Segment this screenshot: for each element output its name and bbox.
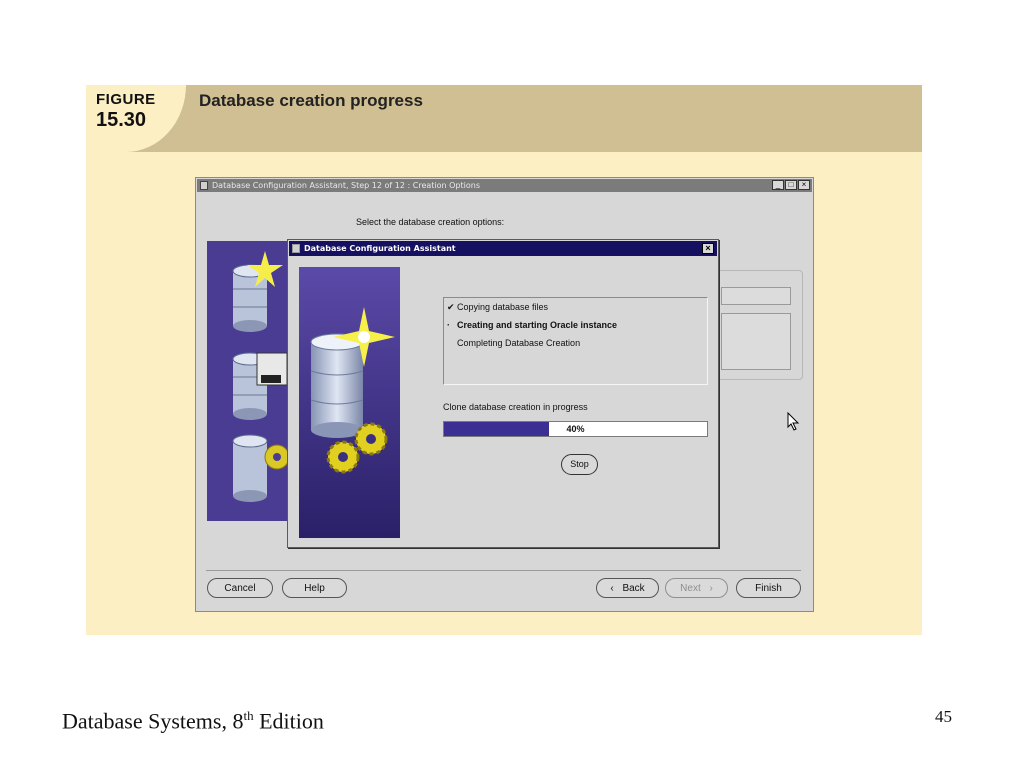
book-title-footer: Database Systems, 8th Edition [62,708,324,734]
gear-icon [326,440,360,474]
finish-button[interactable]: Finish [736,578,801,598]
check-icon: ✔ [447,302,455,312]
option-area[interactable] [721,313,791,370]
steps-list: ✔ Copying database files · Creating and st… [443,297,708,385]
progress-label: Clone database creation in progress [443,402,588,412]
dialog-app-icon [292,244,300,253]
minimize-button[interactable]: _ [772,180,784,190]
figure-number: 15.30 [96,109,147,131]
progress-percent: 40% [566,424,585,434]
next-arrow-icon: › [709,583,713,594]
dialog-close-button[interactable]: × [702,243,714,254]
back-label: Back [622,583,645,594]
option-field[interactable] [721,287,791,305]
progress-bar: 40% [443,421,708,437]
gear-icon [354,422,388,456]
database-cylinder-icon [310,333,364,438]
book-title-suffix: Edition [253,708,324,734]
list-item: · Creating and starting Oracle instance [447,320,617,330]
back-button[interactable]: ‹ Back [596,578,659,598]
next-label: Next [680,583,701,594]
select-options-label: Select the database creation options: [356,217,505,227]
back-arrow-icon: ‹ [610,583,614,594]
mouse-cursor-icon [787,412,800,431]
cancel-button[interactable]: Cancel [207,578,273,598]
step-label: Copying database files [457,302,549,312]
stop-button[interactable]: Stop [561,454,598,475]
next-button[interactable]: Next › [665,578,728,598]
help-button[interactable]: Help [282,578,347,598]
current-step-icon: · [447,320,450,330]
dialog-title: Database Configuration Assistant [304,244,456,253]
figure-title: Database creation progress [199,91,423,110]
progress-dialog: Database Configuration Assistant × ✔ Cop… [287,239,719,548]
figure-label: FIGURE [96,91,156,108]
close-button[interactable]: × [798,180,810,190]
book-title-prefix: Database Systems, 8 [62,708,244,734]
window-app-icon [200,181,208,190]
list-item: Completing Database Creation [447,338,580,348]
page-number: 45 [935,707,952,726]
wizard-title: Database Configuration Assistant, Step 1… [212,181,480,190]
list-item: ✔ Copying database files [447,302,548,313]
wizard-titlebar: Database Configuration Assistant, Step 1… [197,179,812,192]
dialog-titlebar: Database Configuration Assistant × [289,241,717,256]
dialog-illustration [299,267,400,538]
step-label: Completing Database Creation [457,338,581,348]
wizard-illustration [207,241,290,521]
button-bar-divider [206,570,801,571]
maximize-button[interactable]: □ [785,180,797,190]
database-cylinder-icon [232,434,268,502]
book-title-sup: th [243,708,254,723]
step-label: Creating and starting Oracle instance [457,320,618,330]
